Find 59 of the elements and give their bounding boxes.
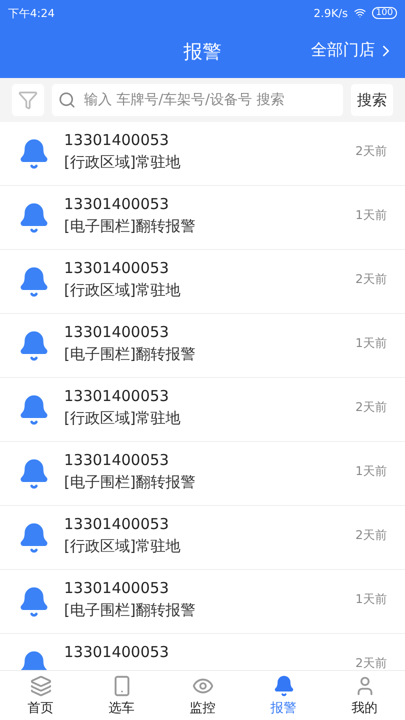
device-number: 13301400053 (64, 131, 170, 149)
alarm-time: 2天前 (355, 655, 387, 670)
alarm-time: 1天前 (355, 591, 387, 608)
alarm-time: 1天前 (355, 463, 387, 480)
search-box[interactable]: 输入 车牌号/车架号/设备号 搜索 (52, 84, 343, 116)
filter-button[interactable] (12, 84, 44, 116)
tab-item[interactable]: 报警 (243, 671, 324, 720)
status-time: 下午4:24 (8, 6, 55, 20)
alarm-row[interactable]: 13301400053 [电子围栏]翻转报警 1天前 (0, 570, 405, 634)
bell-icon (18, 330, 50, 362)
alarm-message: [行政区域]常驻地 (64, 281, 182, 300)
device-number: 13301400053 (64, 515, 170, 533)
device-number: 13301400053 (64, 195, 170, 213)
bell-icon (18, 138, 50, 170)
alarm-message: [行政区域]常驻地 (64, 537, 182, 556)
search-button[interactable]: 搜索 (351, 84, 393, 116)
alarm-time: 1天前 (355, 335, 387, 352)
alarm-row[interactable]: 13301400053 [电子围栏]翻转报警 1天前 (0, 442, 405, 506)
bell-icon (18, 458, 50, 490)
device-number: 13301400053 (64, 643, 170, 661)
filter-icon (18, 90, 38, 110)
tab-item[interactable]: 监控 (162, 671, 243, 720)
device-number: 13301400053 (64, 259, 170, 277)
alarm-time: 2天前 (355, 527, 387, 544)
alarm-message: [电子围栏]翻转报警 (64, 601, 197, 620)
alarm-time: 2天前 (355, 143, 387, 160)
alarm-time: 2天前 (355, 271, 387, 288)
device-number: 13301400053 (64, 387, 170, 405)
bell-icon (18, 522, 50, 554)
alarm-time: 1天前 (355, 207, 387, 224)
alarm-message: [电子围栏]翻转报警 (64, 217, 197, 236)
alarm-message: [行政区域]常驻地 (64, 409, 182, 428)
bell-icon (18, 266, 50, 298)
alarm-message: [电子围栏]翻转报警 (64, 473, 197, 492)
device-number: 13301400053 (64, 323, 170, 341)
bell-icon (272, 674, 294, 696)
tab-item[interactable]: 选车 (81, 671, 162, 720)
alarm-row[interactable]: 13301400053 [行政区域]常驻地 2天前 (0, 250, 405, 314)
device-number: 13301400053 (64, 451, 170, 469)
network-speed: 2.9K/s (314, 6, 348, 20)
search-icon (58, 91, 76, 109)
alarm-message: [行政区域]常驻地 (64, 153, 182, 172)
alarm-row[interactable]: 13301400053 [行政区域]常驻地 2天前 (0, 506, 405, 570)
bell-icon (18, 202, 50, 234)
device-number: 13301400053 (64, 579, 170, 597)
alarm-row[interactable]: 13301400053 [电子围栏]翻转报警 1天前 (0, 186, 405, 250)
layers-icon (30, 674, 52, 696)
bell-icon (18, 586, 50, 618)
alarm-row[interactable]: 13301400053 [行政区域]常驻地 2天前 (0, 122, 405, 186)
store-selector[interactable]: 全部门店 (311, 40, 395, 61)
alarm-message: [电子围栏]翻转报警 (64, 345, 197, 364)
alarm-row[interactable]: 13301400053 [电子围栏]翻转报警 1天前 (0, 314, 405, 378)
tab-item[interactable]: 首页 (0, 671, 81, 720)
alarm-time: 2天前 (355, 399, 387, 416)
battery-level: 100 (372, 7, 397, 19)
tab-item[interactable]: 我的 (324, 671, 405, 720)
bell-icon (18, 394, 50, 426)
page-title: 报警 (184, 40, 222, 65)
alarm-row[interactable]: 13301400053 [行政区域]常驻地 2天前 (0, 378, 405, 442)
